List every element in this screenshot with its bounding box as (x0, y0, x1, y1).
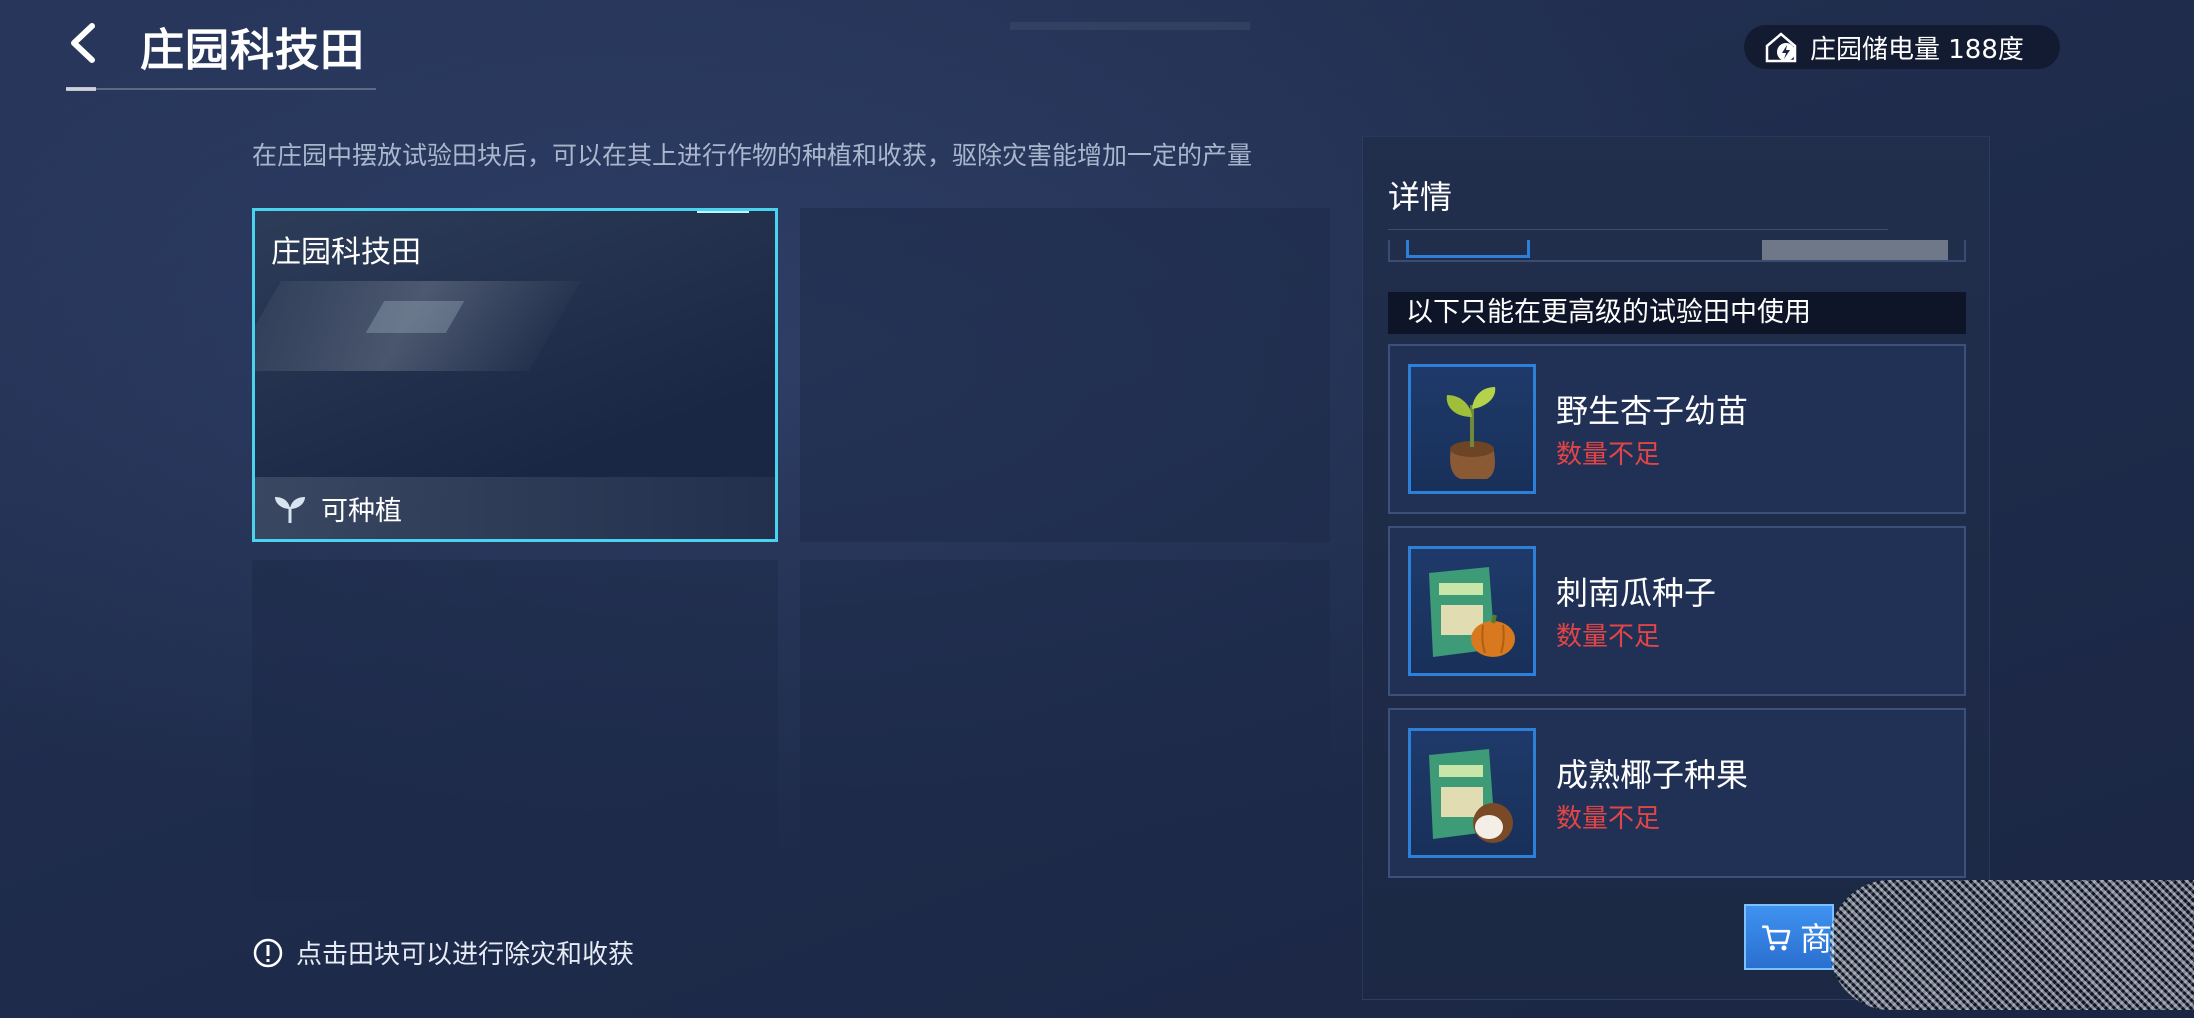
shop-button[interactable]: 商 (1744, 904, 1834, 970)
shopping-cart-icon (1762, 925, 1791, 951)
field-plot-slot[interactable] (800, 208, 1330, 542)
seed-list-item[interactable]: 成熟椰子种果 数量不足 (1388, 708, 1966, 878)
sprout-icon (275, 497, 305, 523)
seed-name: 成熟椰子种果 (1556, 756, 1749, 794)
hint-message: 点击田块可以进行除灾和收获 (252, 934, 634, 971)
plot-name: 庄园科技田 (271, 235, 421, 270)
plot-status: 可种植 (321, 495, 402, 527)
seed-thumbnail (1408, 364, 1536, 494)
sapling-icon (1446, 387, 1496, 479)
plot-corner-accent (697, 211, 749, 213)
seed-quantity-status: 数量不足 (1556, 804, 1661, 834)
page-description: 在庄园中摆放试验田块后，可以在其上进行作物的种植和收获，驱除灾害能增加一定的产量 (252, 141, 1253, 170)
pumpkin-seed-pack-icon (1429, 567, 1515, 657)
seed-thumbnail (1406, 240, 1530, 258)
seed-quantity-status: 数量不足 (1556, 622, 1661, 652)
seed-list-item-partial[interactable] (1388, 240, 1966, 262)
detail-panel-title: 详情 (1388, 178, 1453, 216)
plot-status-bar: 可种植 (255, 477, 775, 539)
back-button[interactable] (60, 18, 110, 68)
seed-list-item[interactable]: 野生杏子幼苗 数量不足 (1388, 344, 1966, 514)
shop-button-label: 商 (1799, 920, 1832, 958)
header-decoration (1010, 22, 1250, 30)
seed-thumbnail (1408, 728, 1536, 858)
field-plot-active[interactable]: 庄园科技田 可种植 (252, 208, 778, 542)
seed-quantity-status: 数量不足 (1556, 440, 1661, 470)
hint-text: 点击田块可以进行除灾和收获 (296, 940, 635, 970)
section-header: 以下只能在更高级的试验田中使用 (1388, 292, 1966, 334)
energy-storage-badge: 庄园储电量 188度 (1744, 25, 2060, 69)
seed-name: 野生杏子幼苗 (1556, 392, 1749, 430)
seed-list-item[interactable]: 刺南瓜种子 数量不足 (1388, 526, 1966, 696)
field-plot-slot[interactable] (252, 560, 778, 900)
info-icon (253, 938, 283, 967)
divider (1388, 229, 1888, 230)
plant-button[interactable] (1762, 240, 1948, 260)
watermark-noise (1830, 880, 2194, 1010)
seed-name: 刺南瓜种子 (1556, 574, 1717, 612)
page-title: 庄园科技田 (140, 25, 365, 76)
back-arrow-icon (71, 23, 95, 63)
field-plot-slot[interactable] (800, 560, 1330, 900)
title-underline (66, 87, 376, 91)
house-lightning-icon (1765, 32, 1797, 63)
coconut-seed-pack-icon (1429, 749, 1513, 843)
energy-storage-label: 庄园储电量 188度 (1810, 34, 2024, 65)
seed-thumbnail (1408, 546, 1536, 676)
